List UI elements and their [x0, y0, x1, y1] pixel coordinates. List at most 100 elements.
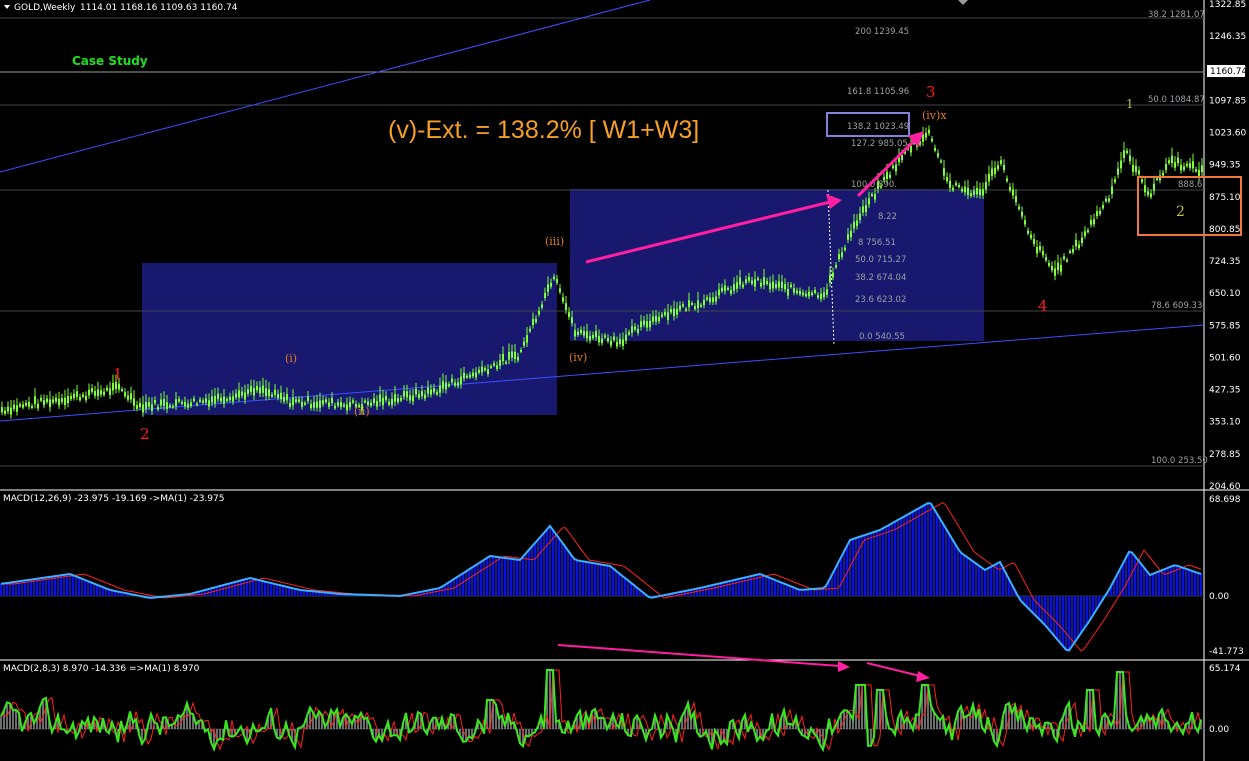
price-candle-body: [466, 375, 468, 378]
price-candle-body: [1102, 204, 1104, 209]
price-candle-body: [403, 391, 405, 397]
price-candle-body: [430, 389, 432, 395]
price-candle-body: [424, 394, 426, 399]
price-candle-body: [475, 372, 477, 378]
price-candle-body: [1153, 183, 1155, 191]
price-candle-body: [217, 393, 219, 400]
price-candle-body: [790, 284, 792, 288]
price-candle-body: [943, 168, 945, 176]
wave-label-i: (i): [285, 352, 297, 365]
price-candle-body: [1105, 198, 1107, 202]
price-candle-body: [871, 194, 873, 196]
price-candle-body: [829, 274, 831, 283]
price-candle-body: [130, 393, 132, 400]
price-candle-body: [460, 376, 462, 385]
price-candle-body: [499, 360, 501, 366]
price-candle-body: [436, 391, 438, 395]
price-candle-body: [820, 293, 822, 300]
price-candle-body: [757, 278, 759, 281]
price-candle-body: [19, 404, 21, 407]
price-candle-body: [376, 401, 378, 407]
price-candle-body: [1195, 169, 1197, 172]
price-candle-body: [271, 394, 273, 397]
price-candle-body: [85, 395, 87, 401]
price-candle-body: [700, 304, 702, 307]
price-candle-body: [685, 308, 687, 311]
price-candle-body: [742, 284, 744, 288]
price-candle-body: [433, 388, 435, 393]
price-candle-body: [1084, 231, 1086, 237]
price-candle-body: [208, 400, 210, 407]
price-candle-body: [763, 277, 765, 285]
price-candle-body: [580, 329, 582, 334]
price-candle-body: [571, 317, 573, 324]
price-candle-body: [394, 394, 396, 402]
price-candle-body: [232, 396, 234, 402]
price-candle-body: [469, 374, 471, 378]
price-candle-body: [265, 388, 267, 397]
price-candle-body: [874, 194, 876, 200]
price-candle-body: [574, 330, 576, 337]
price-candle-body: [868, 198, 870, 205]
price-candle-body: [172, 405, 174, 408]
price-candle-body: [1066, 259, 1068, 262]
wave-label-iv: (iv): [569, 351, 587, 364]
price-candle-body: [1150, 193, 1152, 198]
price-candle-body: [1051, 265, 1053, 271]
price-candle-body: [517, 356, 519, 361]
price-candle-body: [277, 393, 279, 399]
price-candle-body: [1048, 262, 1050, 266]
price-tick-label: 427.35: [1209, 386, 1241, 396]
price-candle-body: [532, 319, 534, 326]
price-candle-body: [55, 397, 57, 402]
price-candle-body: [511, 351, 513, 358]
price-candle-body: [301, 401, 303, 407]
price-candle-body: [169, 405, 171, 408]
price-candle-body: [73, 393, 75, 399]
price-candle-body: [484, 368, 486, 371]
price-candle-body: [973, 190, 975, 195]
price-candle-body: [70, 395, 72, 400]
fib-label: 50.0 715.27: [855, 255, 906, 265]
price-candle-body: [349, 402, 351, 408]
price-candle-body: [286, 394, 288, 401]
price-candle-body: [337, 402, 339, 406]
price-candle-body: [1003, 164, 1005, 171]
price-candle-body: [274, 389, 276, 395]
price-candle-body: [715, 296, 717, 302]
price-candle-body: [688, 300, 690, 308]
price-candle-body: [490, 366, 492, 368]
price-candle-body: [937, 153, 939, 157]
fib-label: 200 1239.45: [855, 27, 909, 37]
price-candle-body: [58, 398, 60, 406]
price-candle-body: [709, 297, 711, 303]
price-candle-body: [373, 398, 375, 403]
price-candle-body: [691, 302, 693, 305]
price-candle-body: [250, 386, 252, 392]
price-candle-body: [211, 396, 213, 403]
price-candle-body: [181, 401, 183, 404]
price-candle-body: [175, 399, 177, 407]
price-candle-body: [961, 188, 963, 192]
price-candle-body: [643, 320, 645, 325]
wave-label-ivx: (iv)x: [922, 109, 947, 122]
price-candle-body: [940, 160, 942, 163]
price-candle-body: [655, 316, 657, 322]
price-candle-body: [118, 383, 120, 390]
osc-axis-label: 0.00: [1209, 725, 1229, 735]
price-candle-body: [664, 311, 666, 316]
price-candle-body: [1099, 210, 1101, 215]
fib-label: 38.2 1281.07: [1148, 10, 1205, 20]
price-candle-body: [928, 129, 930, 134]
price-tick-label: 501.60: [1209, 353, 1241, 363]
price-candle-body: [667, 312, 669, 321]
price-candle-body: [832, 272, 834, 278]
price-candle-body: [550, 282, 552, 287]
price-candle-body: [739, 277, 741, 285]
price-candle-body: [325, 399, 327, 403]
price-candle-body: [865, 205, 867, 213]
price-candle-body: [415, 388, 417, 395]
price-candle-body: [385, 395, 387, 401]
price-candle-body: [853, 221, 855, 229]
price-candle-body: [1090, 220, 1092, 225]
